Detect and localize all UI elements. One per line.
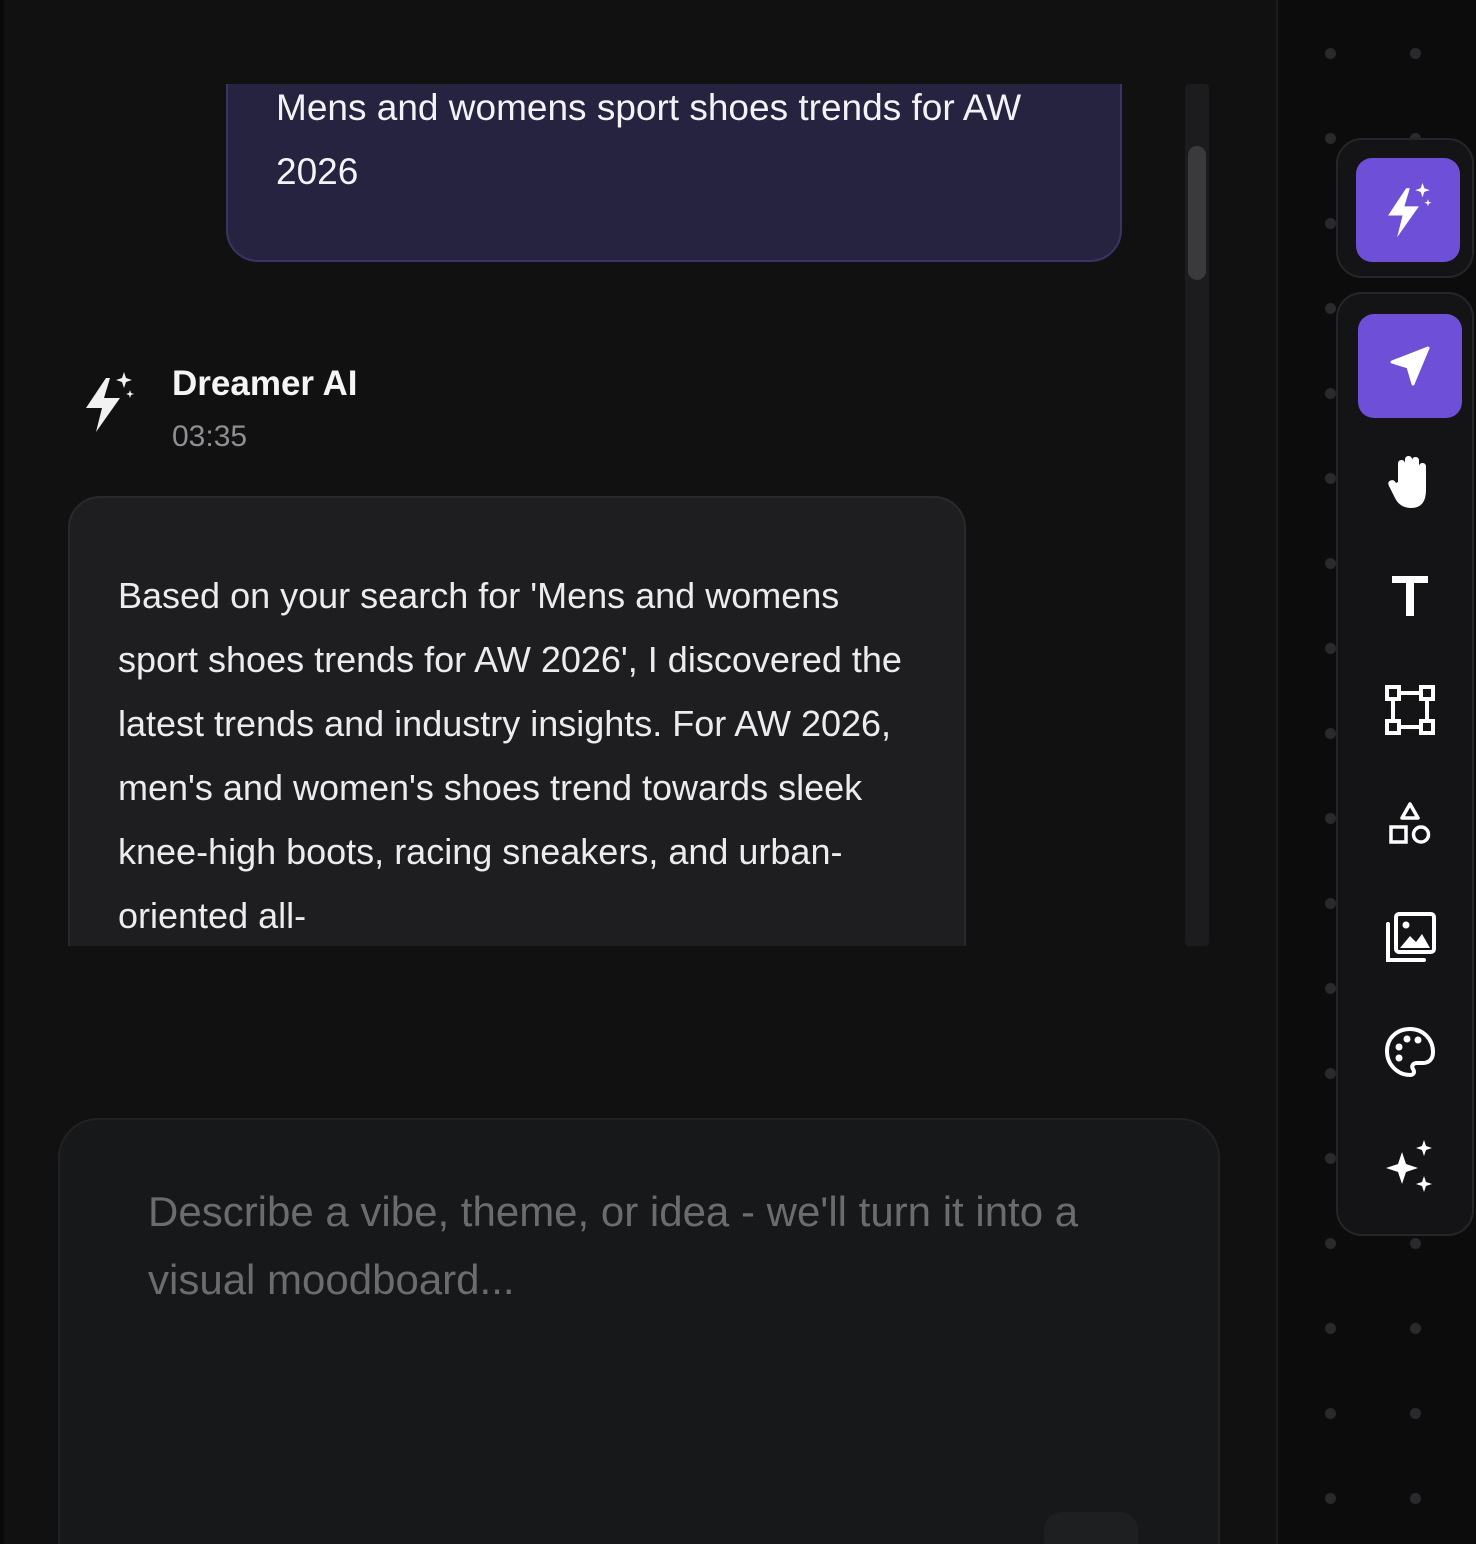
ai-tool-group — [1336, 138, 1474, 278]
lightning-sparkle-icon — [80, 370, 136, 434]
send-button[interactable] — [1044, 1512, 1138, 1544]
user-message-text: Mens and womens sport shoes trends for A… — [276, 87, 1022, 192]
ai-message-time: 03:35 — [172, 420, 248, 453]
chat-scrollbar-thumb[interactable] — [1188, 146, 1206, 280]
palette-tool-button[interactable] — [1358, 1000, 1462, 1104]
chat-panel: Mens and womens sport shoes trends for A… — [4, 0, 1278, 1544]
palette-icon — [1383, 1025, 1437, 1079]
prompt-input[interactable] — [148, 1178, 1108, 1358]
frame-tool-button[interactable] — [1358, 658, 1462, 762]
ai-sender-name: Dreamer AI — [172, 364, 358, 403]
hand-tool-button[interactable] — [1358, 430, 1462, 534]
text-icon — [1390, 574, 1430, 618]
app-window: Mens and womens sport shoes trends for A… — [0, 0, 1476, 1544]
select-tool-button[interactable] — [1358, 314, 1462, 418]
shapes-tool-button[interactable] — [1358, 772, 1462, 876]
lightning-sparkle-icon — [1382, 181, 1434, 239]
ai-magic-tool-button[interactable] — [1358, 1114, 1462, 1218]
chat-scrollbar[interactable] — [1185, 84, 1209, 946]
ai-message-text: Based on your search for 'Mens and women… — [118, 575, 902, 936]
canvas-toolbar — [1336, 292, 1474, 1236]
frame-icon — [1384, 684, 1436, 736]
text-tool-button[interactable] — [1358, 544, 1462, 648]
image-gallery-icon — [1382, 910, 1438, 966]
shapes-icon — [1386, 800, 1434, 848]
hand-icon — [1385, 452, 1435, 512]
image-tool-button[interactable] — [1358, 886, 1462, 990]
prompt-input-container[interactable] — [58, 1118, 1220, 1544]
user-message-bubble: Mens and womens sport shoes trends for A… — [226, 84, 1122, 262]
ai-message-bubble: Based on your search for 'Mens and women… — [68, 496, 966, 946]
message-list[interactable]: Mens and womens sport shoes trends for A… — [4, 84, 1276, 946]
ai-generate-button[interactable] — [1356, 158, 1460, 262]
ai-message-header: Dreamer AI 03:35 — [80, 364, 580, 464]
select-arrow-icon — [1386, 342, 1434, 390]
sparkles-icon — [1382, 1138, 1438, 1194]
